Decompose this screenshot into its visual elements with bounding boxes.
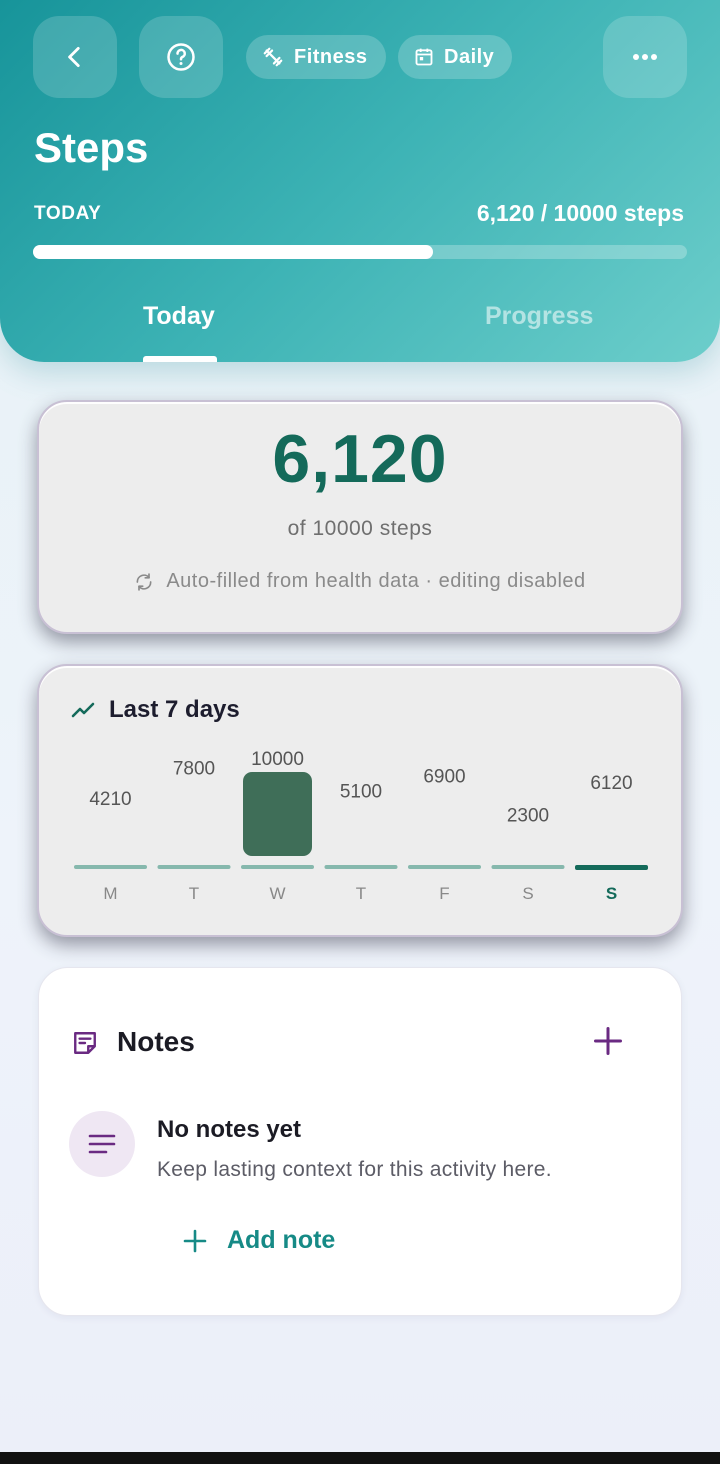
bar-value-label: 10000 xyxy=(251,749,304,770)
bar-value-label: 5100 xyxy=(340,782,382,803)
chart-card: Last 7 days 4210 M 7800 T 10000 W 5100 T 6900 F 23… xyxy=(37,664,683,937)
chip-daily[interactable]: Daily xyxy=(398,35,513,79)
bar-value-label: 4210 xyxy=(89,789,131,810)
bar-goal xyxy=(243,772,312,856)
summary-card: 6,120 of 10000 steps Auto-filled from he… xyxy=(37,400,683,634)
tab-progress[interactable]: Progress xyxy=(485,302,593,331)
plus-icon xyxy=(183,1229,207,1252)
more-button[interactable] xyxy=(603,16,687,98)
fitness-icon xyxy=(263,47,283,67)
bar-baseline xyxy=(575,865,648,870)
steps-value: 6,120 xyxy=(272,421,448,497)
day-label: S xyxy=(522,884,533,903)
back-button[interactable] xyxy=(33,16,117,98)
tab-indicator xyxy=(143,356,217,362)
page-title: Steps xyxy=(34,124,149,171)
autofill-text: Auto-filled from health data · editing d… xyxy=(166,570,586,592)
bar-value-label: 2300 xyxy=(507,805,549,826)
day-label: T xyxy=(189,884,199,903)
progress-fill xyxy=(33,245,434,259)
more-horizontal-icon xyxy=(633,54,657,60)
day-label: F xyxy=(439,884,449,903)
day-label: S xyxy=(606,884,617,903)
sync-icon xyxy=(136,572,152,591)
progress-label: TODAY xyxy=(34,203,102,224)
bar-value-label: 6120 xyxy=(590,773,632,794)
bar-value-label: 6900 xyxy=(423,766,465,787)
weekly-bar-chart: 4210 M 7800 T 10000 W 5100 T 6900 F 2300 S 6120 S xyxy=(74,749,648,903)
empty-notes-title: No notes yet xyxy=(157,1116,302,1143)
calendar-icon xyxy=(415,48,433,66)
chip-fitness-label: Fitness xyxy=(294,45,368,68)
tab-today[interactable]: Today xyxy=(143,302,215,331)
chip-daily-label: Daily xyxy=(444,45,495,68)
notes-icon xyxy=(74,1032,96,1054)
help-circle-icon xyxy=(167,43,195,71)
chip-fitness[interactable]: Fitness xyxy=(246,35,386,79)
help-button[interactable] xyxy=(139,16,223,98)
bar-value-label: 7800 xyxy=(173,759,215,780)
add-note-label: Add note xyxy=(227,1226,336,1254)
bar-baseline xyxy=(408,865,481,869)
autofill-note: Auto-filled from health data · editing d… xyxy=(39,570,681,593)
notes-card: Notes No notes yet Keep lasting context … xyxy=(38,967,682,1316)
day-label: W xyxy=(269,884,285,903)
chevron-left-icon xyxy=(68,46,80,68)
bar-baseline xyxy=(157,865,231,869)
header: Fitness Daily Steps TODAY 6,120 / 10000 … xyxy=(0,0,720,362)
bar-baseline xyxy=(324,865,398,869)
day-label: T xyxy=(356,884,366,903)
progress-value: 6,120 / 10000 steps xyxy=(476,200,684,226)
notes-title: Notes xyxy=(117,1026,195,1057)
progress-track xyxy=(33,245,687,259)
bar-baseline xyxy=(74,865,147,869)
plus-icon[interactable] xyxy=(593,1026,623,1056)
steps-goal: of 10000 steps xyxy=(287,517,433,540)
empty-notes-subtitle: Keep lasting context for this activity h… xyxy=(157,1158,552,1181)
day-label: M xyxy=(103,884,117,903)
lines-icon xyxy=(88,1134,116,1154)
add-note-button[interactable]: Add note xyxy=(183,1226,335,1255)
system-nav-bar xyxy=(0,1452,720,1464)
bar-baseline xyxy=(491,865,565,869)
bar-baseline xyxy=(241,865,314,869)
empty-notes-badge xyxy=(69,1111,135,1177)
